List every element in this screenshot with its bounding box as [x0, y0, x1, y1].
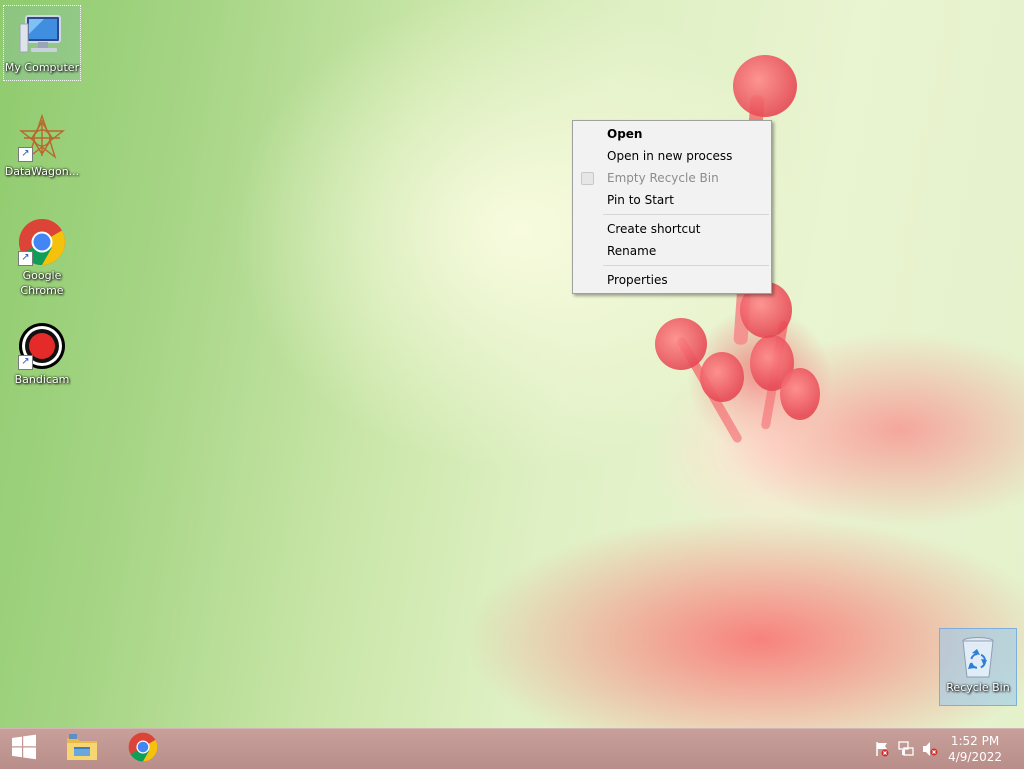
computer-icon — [18, 10, 66, 58]
shortcut-arrow-icon: ↗ — [18, 251, 33, 266]
shortcut-arrow-icon: ↗ — [18, 355, 33, 370]
clock-time: 1:52 PM — [950, 734, 1000, 748]
desktop-icon-label: Recycle Bin — [946, 681, 1010, 694]
desktop-icon-label: Google Chrome — [20, 269, 64, 297]
taskbar-google-chrome[interactable] — [115, 729, 171, 769]
menu-item-rename[interactable]: Rename — [573, 240, 771, 262]
shortcut-arrow-icon: ↗ — [18, 147, 33, 162]
desktop-icon-google-chrome[interactable]: ↗ Google Chrome — [4, 214, 80, 302]
menu-item-label: Open — [607, 127, 643, 141]
menu-item-label: Empty Recycle Bin — [607, 171, 719, 185]
flower-bud — [700, 352, 744, 402]
desktop-icon-recycle-bin[interactable]: Recycle Bin — [939, 628, 1017, 706]
chrome-icon — [128, 732, 158, 766]
taskbar-clock[interactable]: 1:52 PM 4/9/2022 — [948, 733, 1002, 765]
context-menu: Open Open in new process Empty Recycle B… — [572, 120, 772, 294]
menu-separator — [603, 214, 769, 215]
menu-item-open-in-new-process[interactable]: Open in new process — [573, 145, 771, 167]
recycle-bin-icon — [954, 633, 1002, 681]
desktop-icon-datawagon[interactable]: ↗ DataWagon... — [4, 110, 80, 184]
desktop-icon-label: DataWagon... — [4, 165, 80, 178]
desktop-icon-label: Bandicam — [14, 373, 70, 386]
menu-item-create-shortcut[interactable]: Create shortcut — [573, 218, 771, 240]
menu-item-label: Properties — [607, 273, 668, 287]
action-center-flag-icon[interactable] — [874, 741, 890, 757]
taskbar: 1:52 PM 4/9/2022 — [0, 728, 1024, 769]
desktop-icon-my-computer[interactable]: My Computer — [3, 5, 81, 81]
menu-item-label: Open in new process — [607, 149, 733, 163]
clock-date: 4/9/2022 — [948, 750, 1002, 764]
menu-item-pin-to-start[interactable]: Pin to Start — [573, 189, 771, 211]
volume-muted-icon[interactable] — [922, 741, 938, 757]
menu-item-properties[interactable]: Properties — [573, 269, 771, 291]
datawagon-icon: ↗ — [18, 113, 66, 162]
menu-item-label: Create shortcut — [607, 222, 701, 236]
flower-bud — [733, 55, 797, 117]
taskbar-file-explorer[interactable] — [54, 729, 110, 769]
menu-item-label: Pin to Start — [607, 193, 674, 207]
start-button[interactable] — [0, 729, 48, 769]
flower-bud — [780, 368, 820, 420]
network-icon[interactable] — [898, 741, 914, 757]
windows-logo-icon — [11, 734, 37, 764]
menu-separator — [603, 265, 769, 266]
desktop-icon-bandicam[interactable]: ↗ Bandicam — [4, 318, 80, 392]
menu-item-open[interactable]: Open — [573, 123, 771, 145]
flower-bud — [655, 318, 707, 370]
chrome-icon: ↗ — [18, 218, 66, 266]
file-explorer-icon — [65, 732, 99, 766]
bandicam-icon: ↗ — [18, 322, 66, 370]
desktop-icon-label: My Computer — [4, 61, 80, 74]
menu-item-label: Rename — [607, 244, 657, 258]
menu-item-empty-recycle-bin: Empty Recycle Bin — [573, 167, 771, 189]
desktop[interactable]: My Computer ↗ DataWagon... ↗ Google Chro… — [0, 0, 1024, 728]
empty-recycle-bin-icon — [581, 172, 594, 185]
